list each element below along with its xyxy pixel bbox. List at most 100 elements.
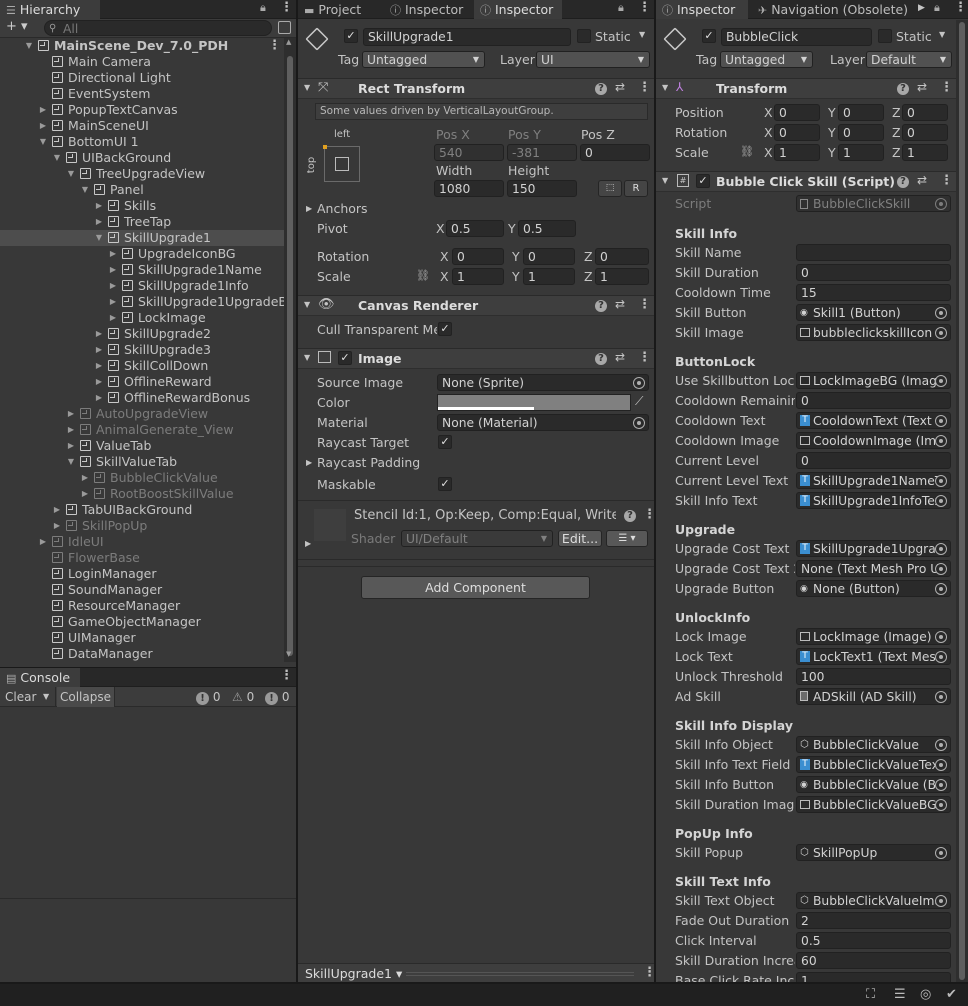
expand-down-icon[interactable]: ▼ [304,353,310,362]
value-field[interactable]: 0 [796,392,951,409]
edit-shader-button[interactable]: Edit... [558,530,602,547]
object-picker-icon[interactable] [935,327,947,339]
preview-menu-icon[interactable]: ⋮ [643,965,654,980]
constrain-proportions-icon[interactable]: ⛓ [416,269,430,282]
hierarchy-row[interactable]: ▶ TabUIBackGround [0,502,284,518]
rect-transform-header[interactable]: ▼ ⤧ Rect Transform ? ⇄ ⋮ [298,78,654,99]
object-reference-field[interactable]: ◉ Skill1 (Button) [796,304,951,321]
hierarchy-row[interactable]: ▶ IdleUI [0,534,284,550]
object-reference-field[interactable]: CooldownImage (Ima [796,432,951,449]
presets-icon[interactable]: ⇄ [917,173,927,187]
hierarchy-row[interactable]: ▼ SkillValueTab [0,454,284,470]
value-field[interactable] [796,244,951,261]
hierarchy-row[interactable]: ▶ ValueTab [0,438,284,454]
value-field[interactable]: 0 [796,452,951,469]
object-picker-icon[interactable] [935,691,947,703]
right-scroll-thumb[interactable] [959,22,965,980]
expand-right-icon[interactable]: ▶ [38,102,48,118]
component-menu-icon[interactable]: ⋮ [638,297,651,312]
hierarchy-row[interactable]: ▼ SkillUpgrade1 [0,230,284,246]
expand-right-icon[interactable]: ▶ [94,342,104,358]
expand-down-icon[interactable]: ▼ [662,176,668,185]
clear-button[interactable]: Clear ▼ [0,687,56,707]
image-enabled-checkbox[interactable]: ✓ [338,351,352,365]
value-field[interactable]: 1 [796,972,951,982]
tab-inspector-1[interactable]: ⓘ Inspector [384,0,472,19]
transform-position-x-field[interactable]: 0 [774,104,820,121]
object-picker-icon[interactable] [935,739,947,751]
static-dropdown-icon[interactable]: ▼ [639,30,645,39]
hierarchy-row[interactable]: ▶ SkillCollDown [0,358,284,374]
value-field[interactable]: 2 [796,912,951,929]
object-picker-icon[interactable] [935,779,947,791]
hierarchy-row[interactable]: ▶ OfflineReward [0,374,284,390]
color-swatch[interactable] [437,394,631,411]
object-name-field[interactable]: BubbleClick [721,28,872,46]
scale-y-field[interactable]: 1 [523,268,575,285]
expand-down-icon[interactable]: ▼ [304,83,310,92]
hierarchy-row[interactable]: FlowerBase [0,550,284,566]
expand-right-icon[interactable]: ▶ [52,518,62,534]
object-reference-field[interactable]: ◉ None (Button) [796,580,951,597]
cache-server-icon[interactable]: ☰ [894,987,906,1002]
hierarchy-row[interactable]: ▶ TreeTap [0,214,284,230]
scale-z-field[interactable]: 1 [595,268,649,285]
hierarchy-row[interactable]: ResourceManager [0,598,284,614]
object-reference-field[interactable]: LockImageBG (Image [796,372,951,389]
hierarchy-row[interactable]: ▼ UIBackGround [0,150,284,166]
object-picker-icon[interactable] [935,799,947,811]
expand-right-icon[interactable]: ▶ [38,118,48,134]
scroll-up-arrow-icon[interactable]: ▲ [286,38,291,46]
console-menu-icon[interactable]: ⋮ [280,668,293,683]
hierarchy-row[interactable]: ▶ OfflineRewardBonus [0,390,284,406]
hierarchy-scrollbar[interactable]: ▲ ▼ [284,38,296,662]
add-button[interactable]: + ▾ [6,19,28,34]
preview-drag-bar[interactable] [406,972,634,976]
expand-right-icon[interactable]: ▶ [94,214,104,230]
hierarchy-row[interactable]: ▶ AnimalGenerate_View [0,422,284,438]
object-picker-icon[interactable] [935,583,947,595]
rot-z-field[interactable]: 0 [595,248,649,265]
transform-scale-z-field[interactable]: 1 [902,144,948,161]
hierarchy-row[interactable]: UIManager [0,630,284,646]
hierarchy-row[interactable]: ▶ UpgradeIconBG [0,246,284,262]
pivot-x-field[interactable]: 0.5 [446,220,504,237]
object-reference-field[interactable]: BubbleClickValueBG [796,796,951,813]
expand-right-icon[interactable]: ▶ [108,294,118,310]
error-count-toggle[interactable]: ! 0 [265,689,289,705]
lock-icon[interactable]: 🔒︎ [260,1,266,15]
hierarchy-row[interactable]: ▼ BottomUI 1 [0,134,284,150]
hierarchy-scroll-thumb[interactable] [287,56,293,656]
object-reference-field[interactable]: ⬡ BubbleClickValueIma [796,892,951,909]
scroll-down-arrow-icon[interactable]: ▼ [286,650,291,658]
component-menu-icon[interactable]: ⋮ [638,350,651,365]
canvas-renderer-header[interactable]: ▼ 👁︎ Canvas Renderer ? ⇄ ⋮ [298,295,654,316]
active-checkbox[interactable]: ✓ [344,29,358,43]
anchor-presets-button[interactable] [323,145,360,182]
transform-position-y-field[interactable]: 0 [838,104,884,121]
warn-count-toggle[interactable]: ⚠ 0 [232,689,254,705]
expand-right-icon[interactable]: ▶ [66,438,76,454]
right-scrollbar[interactable] [956,20,968,982]
presets-icon[interactable]: ⇄ [615,80,625,94]
transform-header[interactable]: ▼ ⅄ Transform ? ⇄ ⋮ [656,78,968,99]
transform-rotation-z-field[interactable]: 0 [902,124,948,141]
search-input[interactable]: ⚲ All [44,20,272,36]
tab-navigation[interactable]: ✈ Navigation (Obsolete) [752,0,912,19]
expand-right-icon[interactable]: ▶ [94,326,104,342]
material-field[interactable]: None (Material) [437,414,649,431]
tag-dropdown[interactable]: Untagged ▼ [362,51,485,68]
hierarchy-row[interactable]: LoginManager [0,566,284,582]
layer-dropdown[interactable]: Default ▼ [866,51,952,68]
static-checkbox[interactable] [577,29,591,43]
object-picker-icon[interactable] [935,543,947,555]
transform-rotation-y-field[interactable]: 0 [838,124,884,141]
rot-y-field[interactable]: 0 [523,248,575,265]
static-dropdown-icon[interactable]: ▼ [939,30,945,39]
hierarchy-row[interactable]: ▶ Skills [0,198,284,214]
blueprint-mode-button[interactable]: ⬚ [598,180,622,197]
raycast-target-checkbox[interactable]: ✓ [438,435,452,449]
object-picker-icon[interactable] [633,377,645,389]
presets-icon[interactable]: ⇄ [615,297,625,311]
expand-down-icon[interactable]: ▼ [662,83,668,92]
